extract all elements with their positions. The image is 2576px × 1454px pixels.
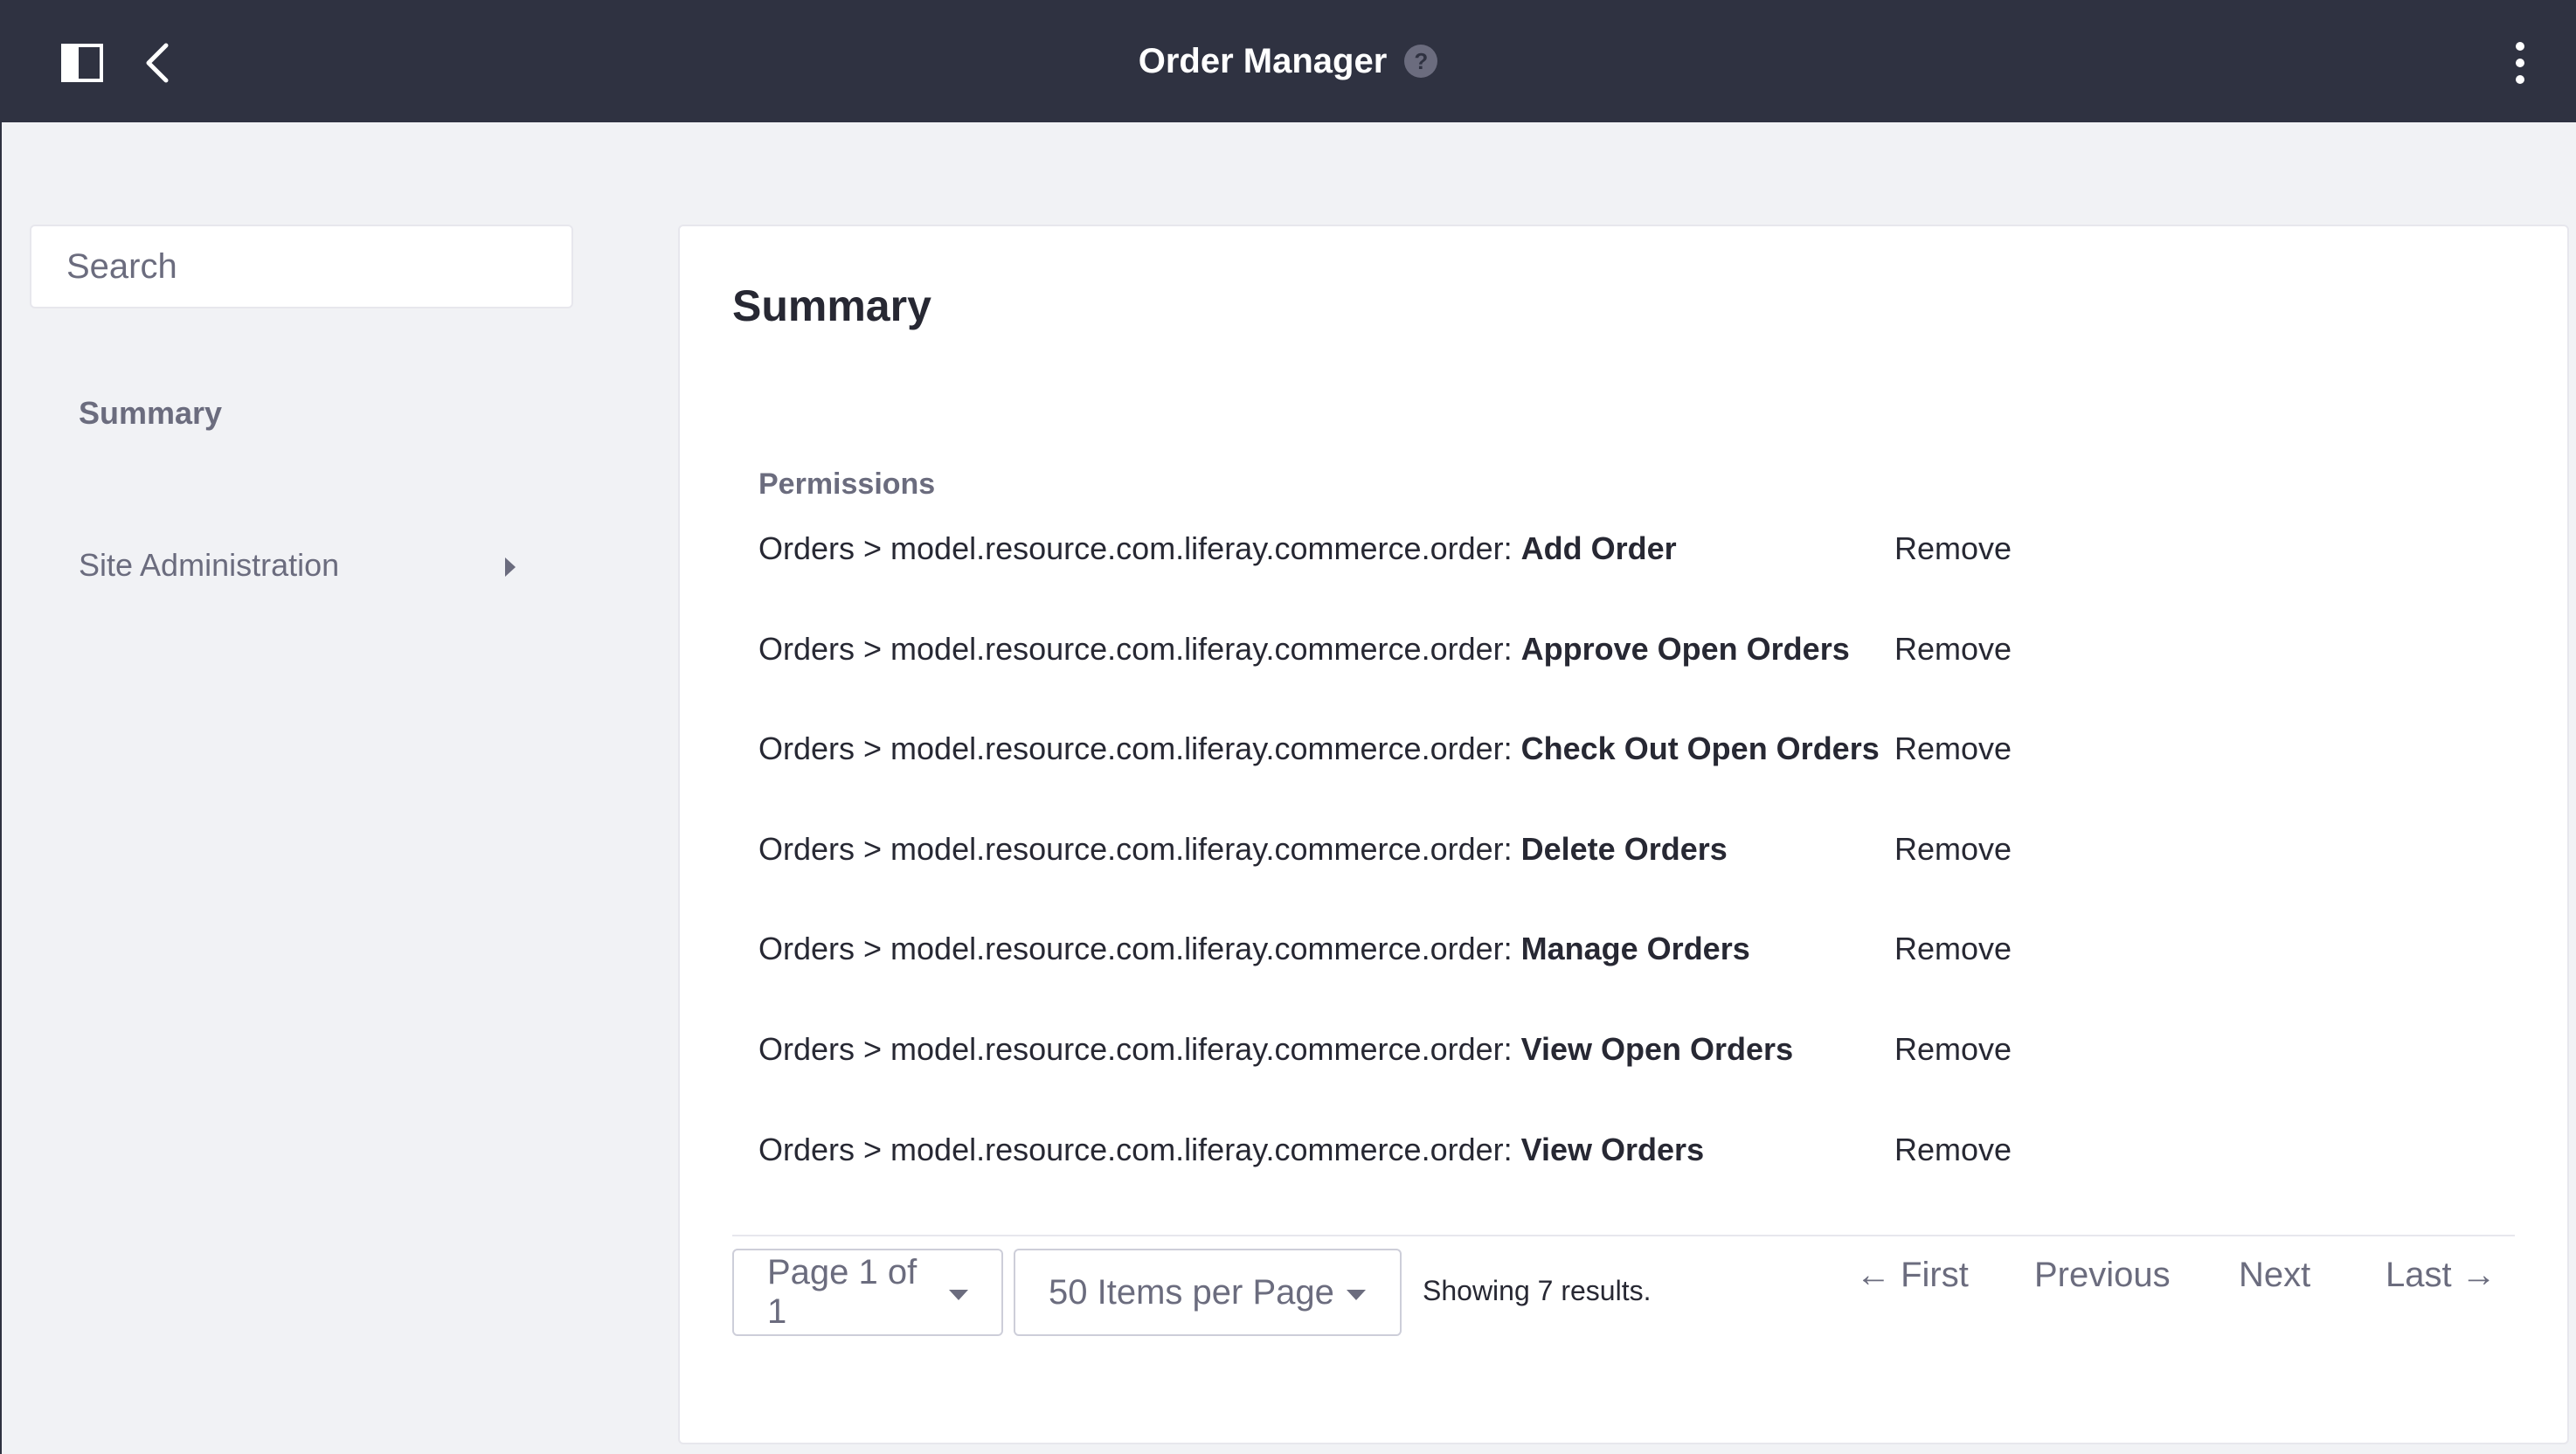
permission-prefix: Orders > model.resource.com.liferay.comm… [758,830,1513,867]
permission-text: Orders > model.resource.com.liferay.comm… [758,1031,1793,1068]
sidebar-item-site-administration[interactable]: Site Administration [79,547,339,584]
permission-prefix: Orders > model.resource.com.liferay.comm… [758,1030,1513,1067]
items-per-page-button[interactable]: 50 Items per Page [1014,1249,1402,1336]
section-title: Summary [732,281,931,330]
remove-button[interactable]: Remove [1894,831,2012,868]
remove-button[interactable]: Remove [1894,530,2012,567]
permission-row: Orders > model.resource.com.liferay.comm… [758,530,2506,631]
remove-button[interactable]: Remove [1894,1132,2012,1168]
permission-name: View Open Orders [1520,1030,1794,1067]
kebab-menu-icon[interactable] [2508,38,2532,87]
permission-prefix: Orders > model.resource.com.liferay.comm… [758,730,1513,767]
caret-right-icon[interactable] [503,556,517,578]
sidebar-item-summary[interactable]: Summary [79,395,222,432]
permissions-header: Permissions [758,467,936,501]
remove-button[interactable]: Remove [1894,1031,2012,1068]
divider [732,1235,2515,1236]
page-select-button[interactable]: Page 1 of 1 [732,1249,1003,1336]
permission-name: Approve Open Orders [1520,630,1850,667]
search-input[interactable] [30,225,573,308]
permission-name: Delete Orders [1520,830,1728,867]
permission-prefix: Orders > model.resource.com.liferay.comm… [758,1131,1513,1167]
permission-text: Orders > model.resource.com.liferay.comm… [758,530,1677,567]
permission-row: Orders > model.resource.com.liferay.comm… [758,1031,2506,1132]
permission-prefix: Orders > model.resource.com.liferay.comm… [758,630,1513,667]
permission-row: Orders > model.resource.com.liferay.comm… [758,1132,2506,1232]
top-bar: Order Manager ? [0,0,2576,122]
permission-prefix: Orders > model.resource.com.liferay.comm… [758,931,1513,967]
help-icon[interactable]: ? [1404,45,1438,78]
results-count: Showing 7 results. [1423,1275,1652,1306]
permission-text: Orders > model.resource.com.liferay.comm… [758,831,1728,868]
permission-name: View Orders [1520,1131,1705,1167]
remove-button[interactable]: Remove [1894,631,2012,668]
page-title: Order Manager [1138,41,1388,80]
previous-page-link[interactable]: Previous [2034,1256,2171,1295]
page-select-label: Page 1 of 1 [767,1253,918,1331]
permission-row: Orders > model.resource.com.liferay.comm… [758,831,2506,931]
first-page-link[interactable]: ← First [1856,1256,1969,1295]
caret-down-icon [949,1290,968,1300]
permission-row: Orders > model.resource.com.liferay.comm… [758,931,2506,1031]
remove-button[interactable]: Remove [1894,931,2012,967]
remove-button[interactable]: Remove [1894,730,2012,767]
permission-prefix: Orders > model.resource.com.liferay.comm… [758,530,1513,566]
permission-row: Orders > model.resource.com.liferay.comm… [758,631,2506,731]
next-page-link[interactable]: Next [2239,1256,2310,1295]
permission-name: Manage Orders [1520,931,1750,967]
permission-text: Orders > model.resource.com.liferay.comm… [758,931,1750,967]
items-per-page-label: 50 Items per Page [1049,1272,1334,1312]
window-left-edge [0,122,2,1454]
permission-text: Orders > model.resource.com.liferay.comm… [758,1132,1704,1168]
permission-name: Check Out Open Orders [1520,730,1880,767]
caret-down-icon [1346,1290,1366,1300]
summary-card: Summary Permissions Orders > model.resou… [678,225,2569,1444]
title-group: Order Manager ? [0,0,2576,122]
permission-text: Orders > model.resource.com.liferay.comm… [758,730,1880,767]
permission-name: Add Order [1520,530,1677,566]
permissions-list: Orders > model.resource.com.liferay.comm… [758,530,2506,1231]
last-page-link[interactable]: Last → [2386,1256,2496,1295]
permission-text: Orders > model.resource.com.liferay.comm… [758,631,1850,668]
permission-row: Orders > model.resource.com.liferay.comm… [758,730,2506,831]
